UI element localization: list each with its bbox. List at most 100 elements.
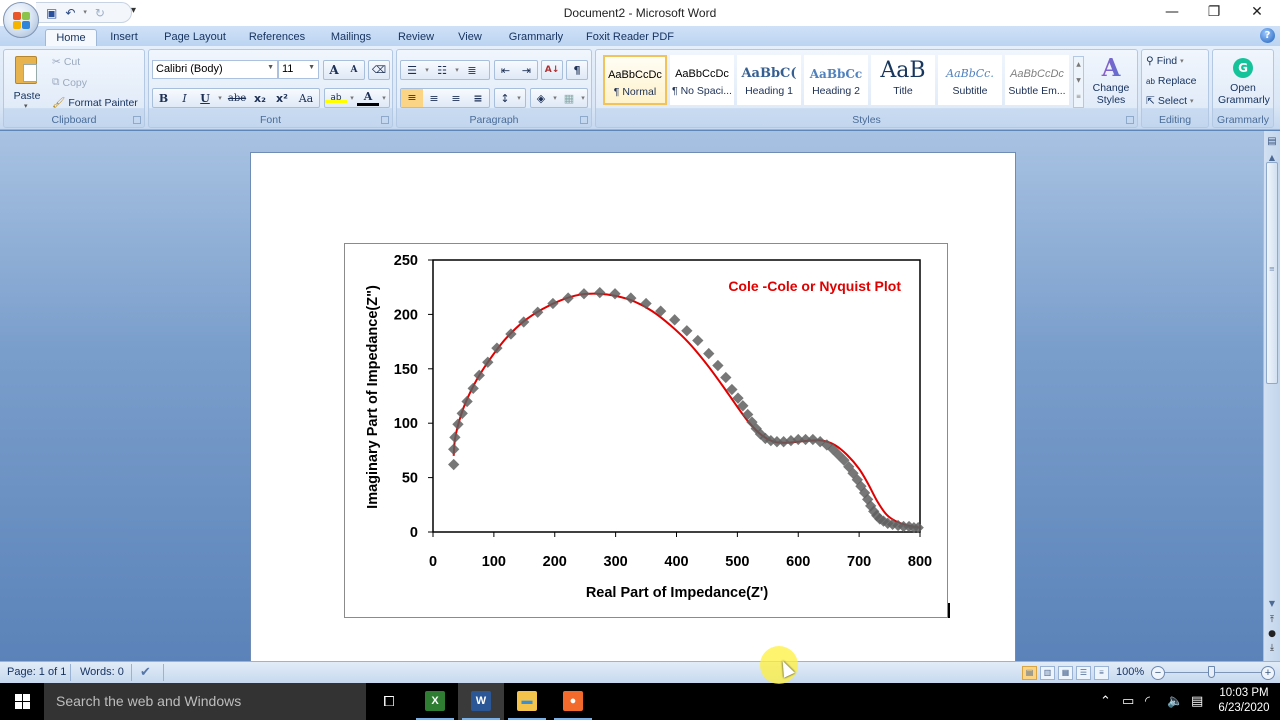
style-title[interactable]: AaB Title: [871, 55, 935, 105]
style-normal[interactable]: AaBbCcDc ¶ Normal: [603, 55, 667, 105]
styles-gallery-scroll[interactable]: ▲ ▼ ≡: [1073, 56, 1084, 108]
volume-icon[interactable]: 🔈: [1167, 683, 1183, 720]
change-styles-button[interactable]: A Change Styles: [1088, 54, 1134, 114]
restore-button[interactable]: ❐: [1194, 3, 1234, 23]
bold-button[interactable]: B: [153, 92, 174, 105]
align-center-button[interactable]: ≡: [423, 92, 445, 105]
replace-button[interactable]: ab Replace: [1146, 75, 1196, 87]
underline-button[interactable]: U: [195, 92, 215, 105]
style-subtitle[interactable]: AaBbCc. Subtitle: [938, 55, 1002, 105]
increase-indent-button[interactable]: ⇥: [516, 64, 537, 77]
next-page-icon[interactable]: ⤓: [1265, 643, 1279, 657]
power-icon[interactable]: ▭: [1122, 683, 1134, 720]
tab-review[interactable]: Review: [392, 29, 440, 46]
align-right-button[interactable]: ≡: [445, 92, 467, 105]
zoom-level[interactable]: 100%: [1116, 666, 1144, 678]
taskbar-search-input[interactable]: Search the web and Windows: [44, 683, 366, 720]
find-button[interactable]: ⚲ Find ▾: [1146, 55, 1184, 67]
clear-formatting-button[interactable]: ⌫: [368, 60, 390, 80]
change-case-button[interactable]: Aa: [293, 92, 319, 105]
close-button[interactable]: ✕: [1237, 3, 1277, 23]
open-grammarly-button[interactable]: G Open Grammarly: [1213, 54, 1273, 114]
select-browse-object-icon[interactable]: ●: [1265, 629, 1279, 643]
minimize-button[interactable]: —: [1152, 3, 1192, 23]
sort-button[interactable]: A↓: [541, 60, 563, 80]
underline-dropdown-icon[interactable]: ▾: [215, 94, 225, 102]
tab-references[interactable]: References: [244, 29, 310, 46]
highlight-dropdown-icon[interactable]: ▾: [347, 94, 357, 102]
paste-button[interactable]: Paste ▾: [9, 54, 45, 110]
tab-home[interactable]: Home: [45, 29, 97, 46]
taskbar-excel[interactable]: X: [412, 683, 458, 720]
print-layout-view-button[interactable]: ▤: [1022, 666, 1037, 680]
grow-font-button[interactable]: A: [324, 63, 344, 77]
taskbar-recorder[interactable]: ●: [550, 683, 596, 720]
numbering-button[interactable]: ☷: [431, 64, 453, 77]
view-ruler-icon[interactable]: ▤: [1265, 136, 1279, 150]
numbering-dropdown-icon[interactable]: ▾: [453, 66, 461, 74]
style-heading-1[interactable]: AaBbC( Heading 1: [737, 55, 801, 105]
taskbar-clock[interactable]: 10:03 PM 6/23/2020: [1212, 686, 1276, 716]
help-icon[interactable]: ?: [1260, 28, 1275, 43]
web-layout-view-button[interactable]: ▦: [1058, 666, 1073, 680]
styles-dialog-launcher-icon[interactable]: [1126, 116, 1134, 124]
subscript-button[interactable]: x₂: [249, 92, 271, 105]
zoom-slider-thumb[interactable]: [1208, 666, 1215, 678]
borders-button[interactable]: ▦: [559, 92, 579, 105]
line-spacing-button[interactable]: ↕ ▾: [494, 88, 526, 108]
style-subtle-emphasis[interactable]: AaBbCcDc Subtle Em...: [1005, 55, 1069, 105]
taskbar-file-explorer[interactable]: ▬: [504, 683, 550, 720]
font-dialog-launcher-icon[interactable]: [381, 116, 389, 124]
borders-dropdown-icon[interactable]: ▾: [579, 94, 587, 102]
taskbar-word[interactable]: W: [458, 683, 504, 720]
cut-button[interactable]: ✂ Cut: [52, 56, 80, 68]
outline-view-button[interactable]: ☰: [1076, 666, 1091, 680]
full-screen-reading-view-button[interactable]: ▥: [1040, 666, 1055, 680]
align-left-button[interactable]: ≡: [401, 89, 423, 107]
decrease-indent-button[interactable]: ⇤: [495, 64, 516, 77]
bullets-button[interactable]: ☰: [401, 64, 423, 77]
previous-page-icon[interactable]: ⤒: [1265, 615, 1279, 629]
font-color-button[interactable]: A: [357, 90, 379, 106]
font-name-select[interactable]: Calibri (Body) ▼: [152, 60, 278, 79]
highlight-button[interactable]: ab: [325, 93, 347, 103]
shading-button[interactable]: ◈: [531, 92, 551, 105]
tab-view[interactable]: View: [452, 29, 488, 46]
start-button[interactable]: [0, 683, 44, 720]
bullets-dropdown-icon[interactable]: ▾: [423, 66, 431, 74]
justify-button[interactable]: ≡: [467, 92, 489, 105]
format-painter-button[interactable]: 🖌 Format Painter: [52, 96, 138, 110]
font-color-dropdown-icon[interactable]: ▾: [379, 94, 389, 102]
chart-object[interactable]: 0 100 200 300 400 500 600 700 800 0 50 100 150 200 250…: [344, 243, 948, 618]
zoom-in-button[interactable]: +: [1261, 666, 1275, 680]
action-center-icon[interactable]: ▤: [1191, 683, 1203, 720]
zoom-out-button[interactable]: −: [1151, 666, 1165, 680]
multilevel-list-button[interactable]: ≣: [461, 64, 483, 77]
strikethrough-button[interactable]: abe: [225, 93, 249, 104]
paragraph-dialog-launcher-icon[interactable]: [580, 116, 588, 124]
style-heading-2[interactable]: AaBbCc Heading 2: [804, 55, 868, 105]
paste-dropdown-icon[interactable]: ▾: [24, 102, 28, 110]
tab-grammarly[interactable]: Grammarly: [504, 29, 568, 46]
wifi-icon[interactable]: ◜: [1145, 683, 1150, 720]
tab-foxit-reader-pdf[interactable]: Foxit Reader PDF: [582, 29, 678, 46]
copy-button[interactable]: ⧉ Copy: [52, 76, 87, 89]
vertical-scrollbar[interactable]: ▤ ▲ ≡ ▼ ⤒ ● ⤓: [1263, 131, 1280, 661]
document-page[interactable]: 0 100 200 300 400 500 600 700 800 0 50 100 150 200 250…: [250, 152, 1016, 661]
font-size-select[interactable]: 11 ▼: [278, 60, 319, 79]
tab-page-layout[interactable]: Page Layout: [158, 29, 232, 46]
scroll-thumb[interactable]: ≡: [1266, 162, 1278, 384]
show-hide-marks-button[interactable]: ¶: [566, 60, 588, 80]
draft-view-button[interactable]: ≡: [1094, 666, 1109, 680]
office-button[interactable]: [3, 2, 39, 38]
show-hidden-icons-button[interactable]: ⌃: [1100, 683, 1111, 720]
shading-dropdown-icon[interactable]: ▾: [551, 94, 559, 102]
style-no-spacing[interactable]: AaBbCcDc ¶ No Spaci...: [670, 55, 734, 105]
tab-insert[interactable]: Insert: [102, 29, 146, 46]
shrink-font-button[interactable]: A: [344, 65, 364, 75]
italic-button[interactable]: I: [174, 92, 195, 105]
task-view-button[interactable]: ⧠: [366, 683, 412, 720]
clipboard-dialog-launcher-icon[interactable]: [133, 116, 141, 124]
word-count[interactable]: Words: 0: [80, 666, 124, 678]
scroll-down-arrow[interactable]: ▼: [1265, 597, 1279, 611]
